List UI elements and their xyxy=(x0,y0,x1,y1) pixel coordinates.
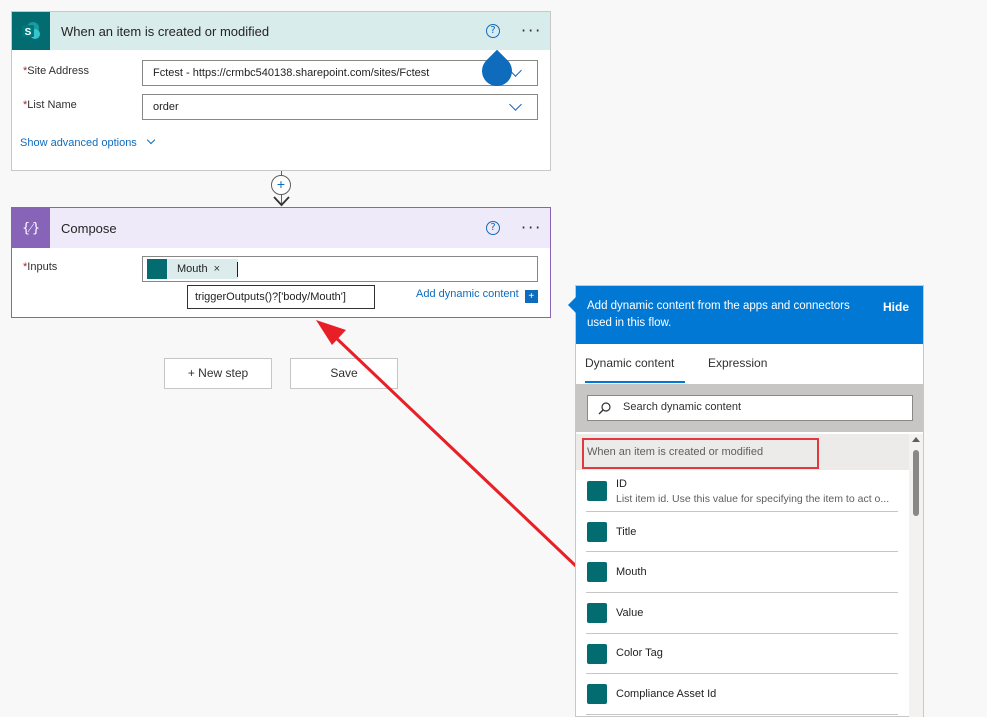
search-icon xyxy=(598,402,611,415)
sharepoint-icon xyxy=(587,684,607,704)
list-item-value[interactable]: Value xyxy=(586,593,898,634)
item-name: Mouth xyxy=(616,566,647,578)
search-placeholder: Search dynamic content xyxy=(623,401,742,413)
list-item-color-tag[interactable]: Color Tag xyxy=(586,634,898,674)
scroll-up-icon[interactable] xyxy=(912,437,920,442)
item-name: Title xyxy=(616,526,637,538)
list-item-id[interactable]: ID List item id. Use this value for spec… xyxy=(586,474,898,512)
sharepoint-icon xyxy=(587,522,607,542)
list-item-title[interactable]: Title xyxy=(586,512,898,552)
panel-header: Add dynamic content from the apps and co… xyxy=(576,286,923,344)
sharepoint-icon xyxy=(587,644,607,664)
list-item-compliance-asset-id[interactable]: Compliance Asset Id xyxy=(586,674,898,715)
sharepoint-icon xyxy=(587,603,607,623)
list-item-mouth[interactable]: Mouth xyxy=(586,552,898,593)
panel-tabs: Dynamic content Expression xyxy=(576,344,923,384)
item-name: Color Tag xyxy=(616,647,663,659)
active-tab-indicator xyxy=(585,381,685,383)
section-title: When an item is created or modified xyxy=(587,446,764,458)
section-header[interactable]: When an item is created or modified xyxy=(576,434,909,470)
panel-scrollbar[interactable] xyxy=(909,434,923,717)
sharepoint-icon xyxy=(587,562,607,582)
dynamic-content-panel: Add dynamic content from the apps and co… xyxy=(568,285,924,717)
tab-expression[interactable]: Expression xyxy=(708,356,767,370)
sharepoint-icon xyxy=(587,481,607,501)
tab-dynamic-content[interactable]: Dynamic content xyxy=(585,356,674,370)
search-input[interactable]: Search dynamic content xyxy=(587,395,913,421)
hide-button[interactable]: Hide xyxy=(883,300,909,314)
item-name: Compliance Asset Id xyxy=(616,688,717,700)
panel-header-text: Add dynamic content from the apps and co… xyxy=(587,300,850,329)
item-name: Value xyxy=(616,607,644,619)
item-description: List item id. Use this value for specify… xyxy=(616,493,890,505)
item-name: ID xyxy=(616,478,627,490)
search-area: Search dynamic content xyxy=(576,384,923,432)
scrollbar-thumb[interactable] xyxy=(913,450,919,516)
